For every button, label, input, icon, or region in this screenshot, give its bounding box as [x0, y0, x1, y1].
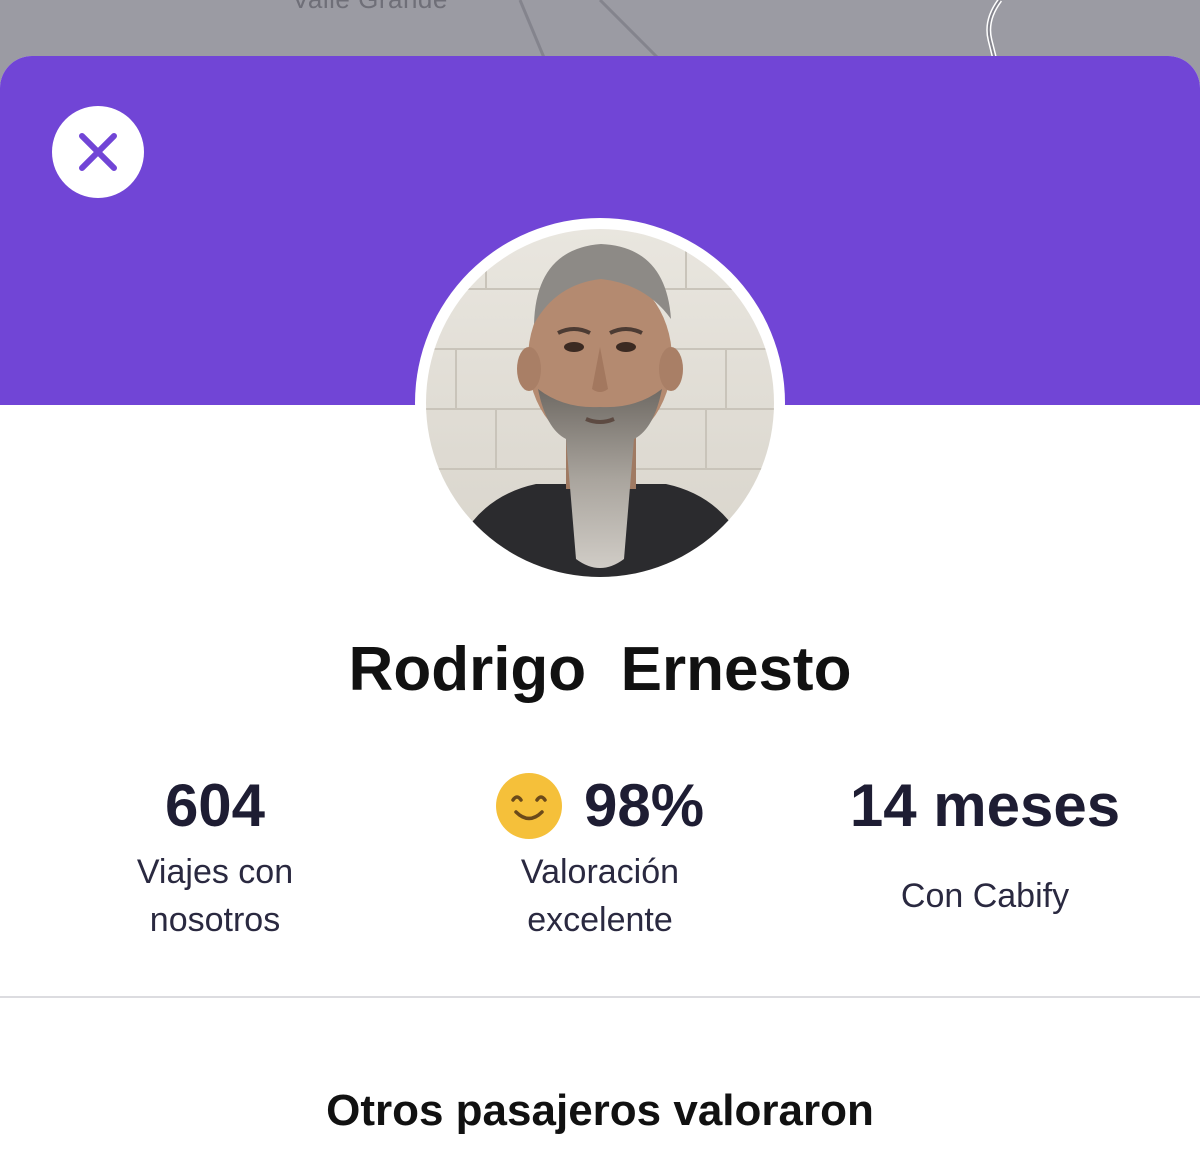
profile-sheet: Rodrigo Ernesto 604 Viajes con nosotros …	[0, 56, 1200, 1170]
rating-label: Valoración excelente	[520, 853, 680, 939]
reviews-section-title: Otros pasajeros valoraron	[326, 1086, 874, 1135]
tenure-value: 14 meses	[849, 772, 1121, 839]
rating-percentage: 98%	[583, 772, 705, 839]
rating-value-row: 98%	[410, 766, 790, 846]
close-icon	[79, 133, 117, 171]
smiley-face-icon	[495, 773, 562, 839]
stat-rating: 98% Valoración excelente	[410, 766, 790, 944]
trips-label: Viajes con nosotros	[136, 853, 294, 939]
map-street-label: Valle Grande	[292, 0, 448, 15]
close-button[interactable]	[52, 106, 144, 198]
stat-tenure: 14 meses Con Cabify	[795, 766, 1175, 920]
driver-profile-screen: Valle Grande	[0, 0, 1200, 1170]
section-divider	[0, 996, 1200, 998]
driver-photo	[426, 229, 774, 577]
trips-count: 604	[164, 772, 266, 839]
tenure-label: Con Cabify	[900, 877, 1070, 915]
avatar	[415, 218, 785, 588]
stat-trips: 604 Viajes con nosotros	[25, 766, 405, 944]
driver-name: Rodrigo Ernesto	[348, 635, 852, 704]
